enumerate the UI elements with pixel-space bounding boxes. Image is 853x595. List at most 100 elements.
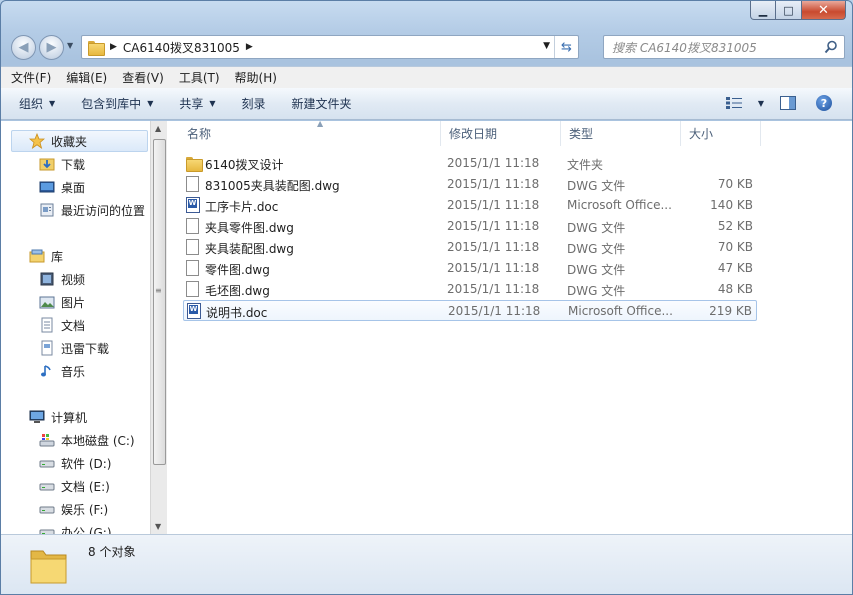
burn-label: 刻录 xyxy=(241,97,266,111)
column-header-type[interactable]: 类型 xyxy=(561,121,681,146)
nav-drive-d[interactable]: 软件 (D:) xyxy=(1,452,150,474)
computer-icon xyxy=(29,409,45,425)
music-icon xyxy=(39,363,55,379)
close-button[interactable]: ✕ xyxy=(802,1,846,20)
breadcrumb-separator-icon[interactable]: ▶ xyxy=(246,42,253,52)
nav-downloads-label: 下载 xyxy=(61,157,86,172)
forward-arrow-icon: ▶ xyxy=(46,40,57,55)
scroll-down-icon[interactable]: ▼ xyxy=(155,522,161,531)
nav-thunder-downloads-label: 迅雷下载 xyxy=(61,341,110,356)
recent-places-icon xyxy=(39,202,55,218)
nav-drive-f[interactable]: 娱乐 (F:) xyxy=(1,498,150,520)
dwg-file-icon xyxy=(186,260,201,277)
explorer-window: ▁ □ ✕ ◀ ▶ ▼ ▶ CA6140拨叉831005 ▶ ▼ ⇆ 搜索 CA… xyxy=(0,0,853,595)
file-row[interactable]: 零件图.dwg 2015/1/1 11:18 DWG 文件 47 KB xyxy=(183,258,757,279)
scroll-up-icon[interactable]: ▲ xyxy=(155,124,161,133)
column-header-size[interactable]: 大小 xyxy=(681,121,761,146)
file-size: 48 KB xyxy=(717,282,753,296)
back-button[interactable]: ◀ xyxy=(11,35,36,60)
nav-pictures[interactable]: 图片 xyxy=(1,291,150,313)
file-row[interactable]: 夹具零件图.dwg 2015/1/1 11:18 DWG 文件 52 KB xyxy=(183,216,757,237)
menu-file[interactable]: 文件(F) xyxy=(11,69,51,86)
file-date: 2015/1/1 11:18 xyxy=(447,156,540,170)
menu-view[interactable]: 查看(V) xyxy=(122,69,164,86)
forward-button[interactable]: ▶ xyxy=(39,35,64,60)
nav-computer[interactable]: 计算机 xyxy=(1,406,150,428)
thunder-downloads-icon xyxy=(39,340,55,356)
menu-help[interactable]: 帮助(H) xyxy=(235,69,277,86)
nav-libraries[interactable]: 库 xyxy=(1,245,150,267)
file-list: 名称 ▲ 修改日期 类型 大小 6140拨叉设计 2015/1/1 11:18 文件… xyxy=(167,119,852,534)
nav-favorites[interactable]: 收藏夹 xyxy=(11,130,148,152)
preview-pane-icon[interactable] xyxy=(780,96,796,110)
recent-pages-dropdown[interactable]: ▼ xyxy=(67,41,73,50)
file-size: 70 KB xyxy=(717,240,753,254)
nav-pictures-label: 图片 xyxy=(61,295,86,310)
share-label: 共享 xyxy=(179,97,204,111)
file-name: 说明书.doc xyxy=(206,306,268,320)
file-size: 52 KB xyxy=(717,219,753,233)
nav-videos[interactable]: 视频 xyxy=(1,268,150,290)
downloads-folder-icon xyxy=(39,156,55,172)
navigation-bar: ◀ ▶ ▼ ▶ CA6140拨叉831005 ▶ ▼ ⇆ 搜索 CA6140拨叉… xyxy=(9,33,845,61)
dwg-file-icon xyxy=(186,218,201,235)
column-header-name[interactable]: 名称 ▲ xyxy=(179,119,441,146)
nav-drive-c[interactable]: 本地磁盘 (C:) xyxy=(1,429,150,451)
drive-icon xyxy=(39,455,55,471)
refresh-button[interactable]: ⇆ xyxy=(554,36,578,58)
nav-recent-places-label: 最近访问的位置 xyxy=(61,203,146,218)
file-row[interactable]: 毛坯图.dwg 2015/1/1 11:18 DWG 文件 48 KB xyxy=(183,279,757,300)
view-options-icon[interactable] xyxy=(725,97,742,109)
dwg-file-icon xyxy=(186,281,201,298)
burn-button[interactable]: 刻录 xyxy=(242,95,266,112)
file-name: 夹具零件图.dwg xyxy=(205,221,294,235)
organize-button[interactable]: 组织 ▼ xyxy=(19,95,55,112)
menu-edit[interactable]: 编辑(E) xyxy=(66,69,107,86)
help-icon[interactable]: ? xyxy=(816,95,832,111)
column-header-date[interactable]: 修改日期 xyxy=(441,121,561,146)
drive-icon xyxy=(39,478,55,494)
details-pane: 8 个对象 xyxy=(1,534,852,594)
minimize-button[interactable]: ▁ xyxy=(750,1,776,20)
word-doc-icon xyxy=(187,303,202,320)
file-row[interactable]: 6140拨叉设计 2015/1/1 11:18 文件夹 xyxy=(183,153,757,174)
file-row[interactable]: 831005夹具装配图.dwg 2015/1/1 11:18 DWG 文件 70 KB xyxy=(183,174,757,195)
address-bar[interactable]: ▶ CA6140拨叉831005 ▶ ▼ ⇆ xyxy=(81,35,579,59)
maximize-button[interactable]: □ xyxy=(776,1,802,20)
file-name: 831005夹具装配图.dwg xyxy=(205,179,340,193)
nav-desktop[interactable]: 桌面 xyxy=(1,176,150,198)
command-bar: 组织 ▼ 包含到库中 ▼ 共享 ▼ 刻录 新建文件夹 ▼ ? xyxy=(1,88,852,120)
nav-documents-label: 文档 xyxy=(61,318,86,333)
nav-drive-d-label: 软件 (D:) xyxy=(61,456,112,471)
desktop-icon xyxy=(39,179,55,195)
nav-drive-e[interactable]: 文档 (E:) xyxy=(1,475,150,497)
share-button[interactable]: 共享 ▼ xyxy=(179,95,215,112)
nav-documents[interactable]: 文档 xyxy=(1,314,150,336)
view-dropdown-icon[interactable]: ▼ xyxy=(758,99,764,108)
file-row[interactable]: 说明书.doc 2015/1/1 11:18 Microsoft Office...… xyxy=(183,300,757,321)
nav-drive-c-label: 本地磁盘 (C:) xyxy=(61,433,135,448)
nav-music[interactable]: 音乐 xyxy=(1,360,150,382)
chevron-down-icon: ▼ xyxy=(49,99,56,108)
nav-music-label: 音乐 xyxy=(61,364,86,379)
navigation-scrollbar[interactable]: ▲ ≡ ▼ xyxy=(150,121,167,534)
file-type: DWG 文件 xyxy=(567,242,626,256)
file-row[interactable]: 工序卡片.doc 2015/1/1 11:18 Microsoft Office..… xyxy=(183,195,757,216)
file-row[interactable]: 夹具装配图.dwg 2015/1/1 11:18 DWG 文件 70 KB xyxy=(183,237,757,258)
nav-drive-g[interactable]: 办公 (G:) xyxy=(1,521,150,534)
new-folder-button[interactable]: 新建文件夹 xyxy=(292,95,352,112)
nav-downloads[interactable]: 下载 xyxy=(1,153,150,175)
include-in-library-button[interactable]: 包含到库中 ▼ xyxy=(81,95,153,112)
scrollbar-thumb[interactable] xyxy=(153,139,166,465)
search-placeholder: 搜索 CA6140拨叉831005 xyxy=(612,40,757,55)
address-dropdown-icon[interactable]: ▼ xyxy=(543,41,550,51)
nav-thunder-downloads[interactable]: 迅雷下载 xyxy=(1,337,150,359)
pictures-icon xyxy=(39,294,55,310)
breadcrumb-current[interactable]: CA6140拨叉831005 xyxy=(123,39,240,56)
menu-tools[interactable]: 工具(T) xyxy=(179,69,220,86)
file-date: 2015/1/1 11:18 xyxy=(447,240,540,254)
search-input[interactable]: 搜索 CA6140拨叉831005 xyxy=(603,35,845,59)
search-icon[interactable] xyxy=(824,40,838,54)
nav-recent-places[interactable]: 最近访问的位置 xyxy=(1,199,150,221)
breadcrumb-separator-icon[interactable]: ▶ xyxy=(110,42,117,52)
